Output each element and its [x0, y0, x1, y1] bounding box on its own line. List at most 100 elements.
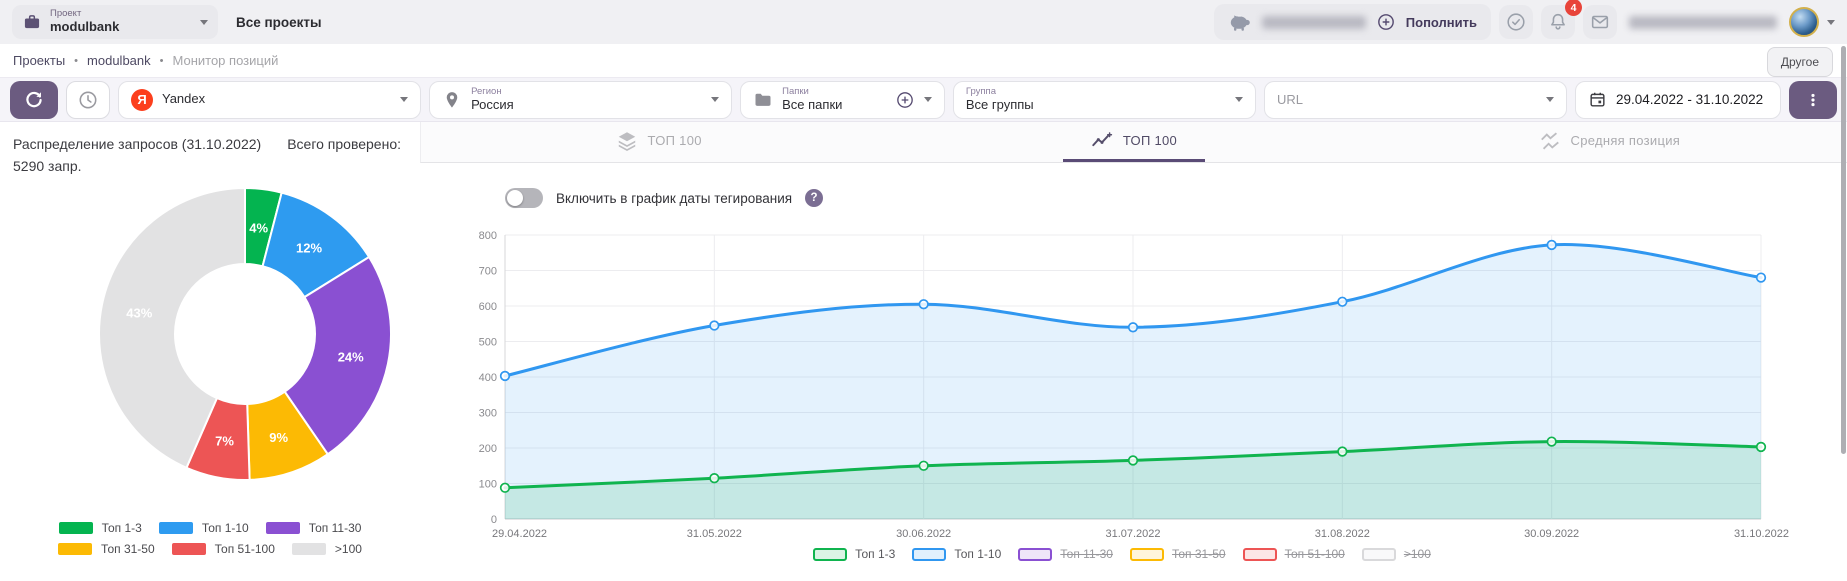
legend-swatch — [1243, 548, 1277, 561]
data-point[interactable] — [1129, 456, 1138, 465]
chevron-down-icon[interactable] — [1827, 20, 1835, 25]
x-axis-tick-label: 30.06.2022 — [896, 528, 951, 540]
messages-button[interactable] — [1583, 5, 1617, 39]
help-icon[interactable]: ? — [805, 189, 823, 207]
region-label: Регион — [471, 87, 702, 98]
data-point[interactable] — [919, 461, 928, 470]
region-select[interactable]: Регион Россия — [429, 81, 732, 119]
view-tabs: ТОП 100 ТОП 100 Средняя позиция — [420, 122, 1847, 163]
legend-swatch — [266, 522, 300, 534]
group-value: Все группы — [966, 98, 1226, 113]
breadcrumb-separator: • — [160, 55, 164, 67]
project-value: modulbank — [50, 20, 192, 35]
y-axis-tick-label: 0 — [491, 514, 497, 526]
tasks-button[interactable] — [1499, 5, 1533, 39]
avatar[interactable] — [1789, 7, 1819, 37]
legend-swatch — [1018, 548, 1052, 561]
donut-percent-label: 43% — [126, 305, 152, 320]
kebab-icon — [1803, 90, 1823, 110]
url-placeholder: URL — [1277, 92, 1537, 107]
chevron-down-icon — [200, 20, 208, 25]
data-point[interactable] — [1757, 443, 1766, 452]
line-legend-item[interactable]: Топ 1-10 — [912, 547, 1001, 561]
y-axis-tick-label: 100 — [479, 479, 497, 491]
data-point[interactable] — [1338, 447, 1347, 456]
breadcrumb-project[interactable]: modulbank — [87, 53, 151, 68]
y-axis-tick-label: 400 — [479, 372, 497, 384]
date-range-picker[interactable]: 29.04.2022 - 31.10.2022 — [1575, 81, 1781, 119]
search-engine-select[interactable]: Я Yandex — [118, 81, 421, 119]
y-axis-tick-label: 600 — [479, 301, 497, 313]
donut-legend-item[interactable]: Топ 31-50 — [58, 542, 155, 556]
line-legend-item[interactable]: Топ 51-100 — [1243, 547, 1345, 561]
data-point[interactable] — [501, 372, 510, 381]
y-axis-tick-label: 800 — [479, 230, 497, 242]
map-pin-icon — [442, 90, 462, 110]
average-position-icon — [1539, 130, 1561, 152]
legend-label: Топ 11-30 — [1060, 547, 1113, 561]
history-button[interactable] — [66, 81, 110, 119]
data-point[interactable] — [710, 321, 719, 330]
kebab-menu-button[interactable] — [1789, 81, 1837, 119]
data-point[interactable] — [1547, 437, 1556, 446]
data-point[interactable] — [710, 474, 719, 483]
refresh-icon — [23, 89, 45, 111]
breadcrumb-projects[interactable]: Проекты — [13, 53, 65, 68]
legend-label: >100 — [1404, 547, 1431, 561]
tab-top100-table[interactable]: ТОП 100 — [421, 122, 896, 162]
other-button[interactable]: Другое — [1767, 47, 1833, 77]
legend-swatch — [172, 543, 206, 555]
legend-swatch — [813, 548, 847, 561]
chevron-down-icon — [924, 97, 932, 102]
donut-legend-item[interactable]: >100 — [292, 542, 362, 556]
group-select[interactable]: Группа Все группы — [953, 81, 1256, 119]
all-projects-link[interactable]: Все проекты — [236, 15, 322, 30]
donut-legend-item[interactable]: Топ 1-10 — [159, 521, 249, 535]
notifications-button[interactable]: 4 — [1541, 5, 1575, 39]
donut-legend-item[interactable]: Топ 1-3 — [59, 521, 142, 535]
donut-legend-item[interactable]: Топ 11-30 — [266, 521, 362, 535]
donut-legend: Топ 1-3 Топ 1-10 Топ 11-30 Топ 31-50 Топ 51-… — [13, 521, 407, 556]
legend-label: Топ 31-50 — [101, 542, 155, 556]
data-point[interactable] — [1338, 297, 1347, 306]
tab-top100-chart[interactable]: ТОП 100 — [896, 122, 1371, 162]
legend-swatch — [1130, 548, 1164, 561]
line-legend-item[interactable]: >100 — [1362, 547, 1431, 561]
legend-label: Топ 1-3 — [855, 547, 895, 561]
line-legend: Топ 1-3 Топ 1-10 Топ 11-30 Топ 31-50 Топ 51-… — [455, 547, 1789, 561]
donut-percent-label: 4% — [249, 220, 268, 235]
refresh-button[interactable] — [10, 81, 58, 119]
legend-swatch — [159, 522, 193, 534]
url-select[interactable]: URL — [1264, 81, 1567, 119]
line-legend-item[interactable]: Топ 31-50 — [1130, 547, 1226, 561]
donut-legend-item[interactable]: Топ 51-100 — [172, 542, 275, 556]
data-point[interactable] — [1547, 241, 1556, 250]
tagging-dates-toggle[interactable] — [505, 188, 543, 208]
topup-button[interactable]: Пополнить — [1406, 15, 1477, 30]
project-selector[interactable]: Проект modulbank — [12, 5, 218, 39]
data-point[interactable] — [1129, 323, 1138, 332]
tab-average-position[interactable]: Средняя позиция — [1372, 122, 1847, 162]
donut-chart-wrap: 4%12%24%9%7%43% — [97, 186, 407, 487]
y-axis-tick-label: 500 — [479, 337, 497, 349]
line-legend-item[interactable]: Топ 11-30 — [1018, 547, 1113, 561]
donut-percent-label: 12% — [296, 240, 322, 255]
vertical-scrollbar[interactable] — [1841, 46, 1846, 454]
chevron-down-icon — [711, 97, 719, 102]
envelope-icon — [1589, 11, 1611, 33]
data-point[interactable] — [1757, 273, 1766, 282]
y-axis-tick-label: 700 — [479, 266, 497, 278]
trend-chart-icon — [1091, 130, 1113, 152]
balance-group[interactable]: Пополнить — [1214, 4, 1491, 40]
breadcrumb-separator: • — [74, 55, 78, 67]
breadcrumb-row: Проекты • modulbank • Монитор позиций Др… — [0, 44, 1847, 77]
balance-blurred — [1262, 16, 1366, 29]
x-axis-tick-label: 31.10.2022 — [1734, 528, 1789, 540]
folders-select[interactable]: Папки Все папки — [740, 81, 945, 119]
add-folder-icon[interactable] — [895, 90, 915, 110]
line-legend-item[interactable]: Топ 1-3 — [813, 547, 895, 561]
donut-chart: 4%12%24%9%7%43% — [97, 186, 393, 482]
data-point[interactable] — [501, 483, 510, 492]
legend-swatch — [58, 543, 92, 555]
data-point[interactable] — [919, 300, 928, 309]
